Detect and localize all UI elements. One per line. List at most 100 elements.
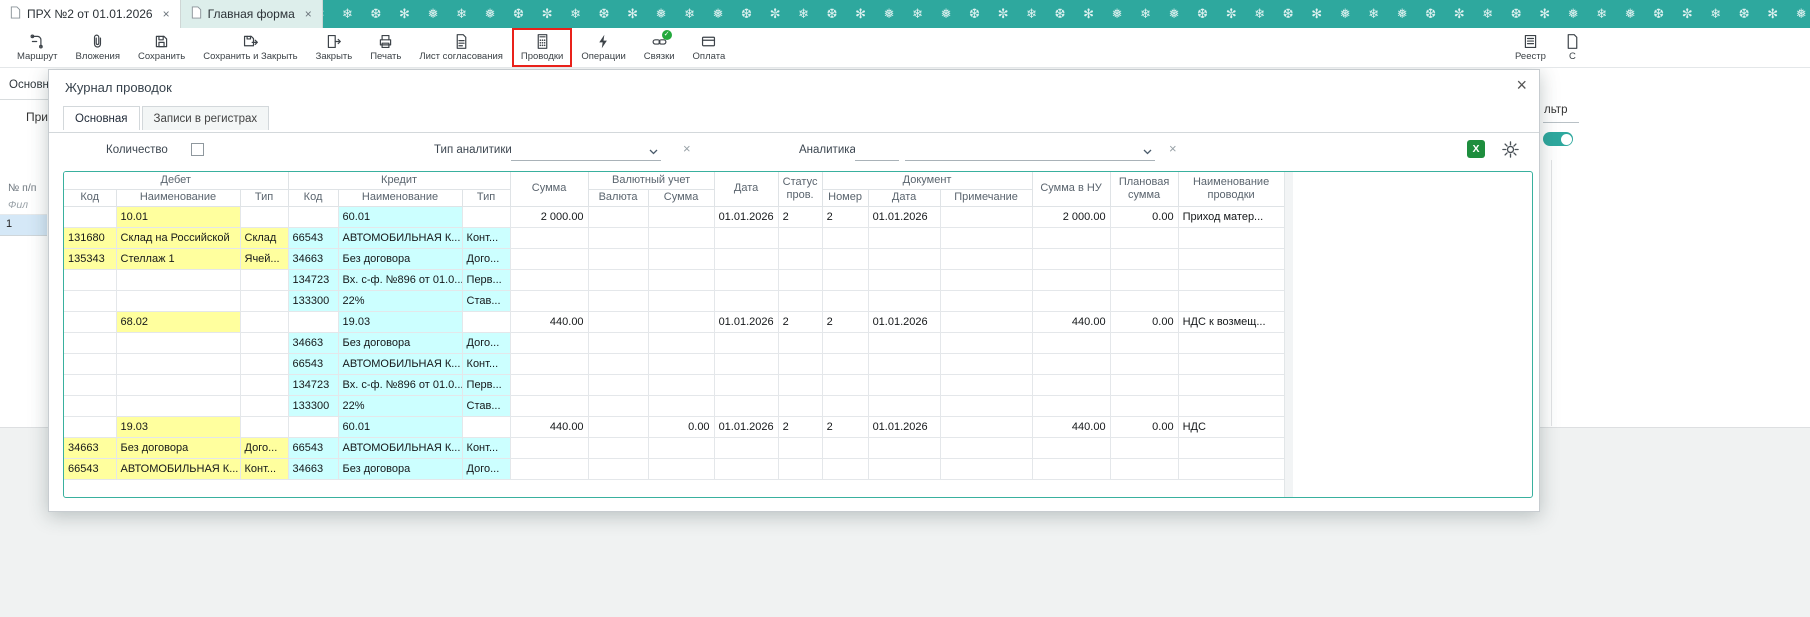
cell-status[interactable]: 2 [778,206,822,227]
cell-c_type[interactable] [462,206,510,227]
cell-doc_num[interactable]: 2 [822,206,868,227]
cell-cur_sum[interactable] [648,332,714,353]
posting-row[interactable]: 134723Вх. с-ф. №896 от 01.0...Перв... [64,374,1284,395]
cell-d_name[interactable] [116,290,240,311]
cell-c_type[interactable] [462,311,510,332]
close-tab-icon[interactable]: × [305,7,312,21]
cell-c_code[interactable]: 34663 [288,458,338,479]
cell-d_type[interactable]: Дого... [240,437,288,458]
cell-c_name[interactable]: Без договора [338,248,462,269]
posting-row[interactable]: 34663Без договораДого...66543АВТОМОБИЛЬН… [64,437,1284,458]
cell-date[interactable] [714,353,778,374]
tab-main[interactable]: Основная [63,106,140,130]
posting-row[interactable]: 10.0160.012 000.0001.01.20262201.01.2026… [64,206,1284,227]
cell-d_name[interactable]: АВТОМОБИЛЬНАЯ К... [116,458,240,479]
cell-sum[interactable] [510,374,588,395]
cell-c_name[interactable]: АВТОМОБИЛЬНАЯ К... [338,227,462,248]
cell-d_name[interactable]: Без договора [116,437,240,458]
cell-sum_nu[interactable]: 2 000.00 [1032,206,1110,227]
cell-c_code[interactable]: 133300 [288,395,338,416]
cell-date[interactable]: 01.01.2026 [714,206,778,227]
cell-cur[interactable] [588,248,648,269]
cell-c_name[interactable]: Без договора [338,458,462,479]
cell-status[interactable]: 2 [778,311,822,332]
cell-sum_nu[interactable]: 440.00 [1032,311,1110,332]
quantity-checkbox[interactable] [191,143,204,156]
cell-sum[interactable] [510,395,588,416]
cell-c_name[interactable]: Вх. с-ф. №896 от 01.0... [338,269,462,290]
posting-row[interactable]: 13330022%Став... [64,395,1284,416]
posting-row[interactable]: 13330022%Став... [64,290,1284,311]
toolbar-button-route[interactable]: Маршрут [8,28,67,67]
cell-cur[interactable] [588,332,648,353]
cell-sum_nu[interactable] [1032,290,1110,311]
cell-date[interactable] [714,290,778,311]
cell-doc_date[interactable] [868,353,940,374]
posting-row[interactable]: 19.0360.01440.000.0001.01.20262201.01.20… [64,416,1284,437]
cell-doc_num[interactable] [822,227,868,248]
cell-doc_num[interactable] [822,332,868,353]
dialog-close-icon[interactable]: × [1516,75,1527,96]
cell-cur[interactable] [588,290,648,311]
cell-doc_note[interactable] [940,353,1032,374]
cell-doc_note[interactable] [940,374,1032,395]
cell-doc_date[interactable]: 01.01.2026 [868,416,940,437]
cell-name[interactable] [1178,269,1284,290]
cell-cur_sum[interactable] [648,353,714,374]
cell-status[interactable] [778,227,822,248]
cell-doc_date[interactable] [868,332,940,353]
cell-d_name[interactable] [116,353,240,374]
cell-cur[interactable] [588,458,648,479]
cell-d_type[interactable]: Конт... [240,458,288,479]
window-tab-main-form[interactable]: Главная форма × [181,0,323,28]
cell-name[interactable] [1178,353,1284,374]
toolbar-button-payment[interactable]: Оплата [684,28,735,67]
cell-date[interactable] [714,332,778,353]
toolbar-button-operations[interactable]: Операции [572,28,634,67]
cell-cur_sum[interactable] [648,374,714,395]
cell-cur[interactable] [588,374,648,395]
cell-d_code[interactable] [64,290,116,311]
cell-c_type[interactable]: Став... [462,395,510,416]
cell-status[interactable] [778,458,822,479]
cell-doc_note[interactable] [940,269,1032,290]
cell-date[interactable] [714,269,778,290]
posting-row[interactable]: 134723Вх. с-ф. №896 от 01.0...Перв... [64,269,1284,290]
cell-c_name[interactable]: 19.03 [338,311,462,332]
toolbar-button-print[interactable]: Печать [361,28,410,67]
cell-d_name[interactable]: 68.02 [116,311,240,332]
cell-plan_sum[interactable] [1110,437,1178,458]
window-tab-document[interactable]: ПРХ №2 от 01.01.2026 × [0,0,181,28]
cell-doc_note[interactable] [940,206,1032,227]
cell-name[interactable] [1178,227,1284,248]
cell-sum_nu[interactable] [1032,227,1110,248]
background-selected-row[interactable]: 1 [0,214,47,236]
cell-sum_nu[interactable] [1032,395,1110,416]
cell-plan_sum[interactable]: 0.00 [1110,311,1178,332]
cell-name[interactable]: НДС к возмещ... [1178,311,1284,332]
cell-name[interactable] [1178,290,1284,311]
cell-name[interactable]: НДС [1178,416,1284,437]
cell-c_code[interactable]: 134723 [288,269,338,290]
cell-c_type[interactable]: Дого... [462,332,510,353]
cell-c_type[interactable]: Перв... [462,374,510,395]
cell-plan_sum[interactable] [1110,227,1178,248]
cell-plan_sum[interactable]: 0.00 [1110,416,1178,437]
cell-d_code[interactable] [64,269,116,290]
cell-doc_note[interactable] [940,227,1032,248]
cell-cur[interactable] [588,311,648,332]
cell-d_name[interactable] [116,374,240,395]
cell-cur[interactable] [588,353,648,374]
cell-sum_nu[interactable] [1032,248,1110,269]
cell-doc_date[interactable] [868,437,940,458]
cell-doc_num[interactable] [822,248,868,269]
cell-cur[interactable] [588,395,648,416]
cell-c_type[interactable]: Конт... [462,227,510,248]
cell-d_type[interactable] [240,395,288,416]
cell-sum_nu[interactable] [1032,353,1110,374]
cell-d_name[interactable] [116,332,240,353]
cell-status[interactable] [778,374,822,395]
cell-plan_sum[interactable] [1110,290,1178,311]
cell-d_code[interactable] [64,374,116,395]
cell-cur_sum[interactable] [648,206,714,227]
